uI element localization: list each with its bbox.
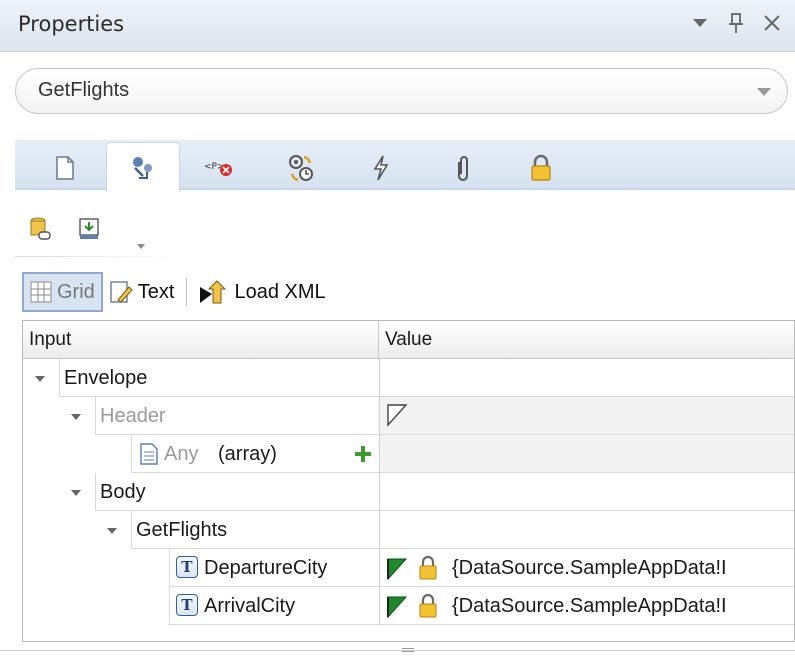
node-label: Envelope bbox=[64, 367, 148, 389]
table-row[interactable]: Any (array) bbox=[23, 435, 794, 473]
grid-header: Input Value bbox=[23, 321, 794, 359]
operation-select[interactable]: GetFlights bbox=[15, 68, 788, 114]
column-header-value[interactable]: Value bbox=[385, 329, 432, 351]
grid-view-button[interactable]: Grid bbox=[22, 272, 103, 312]
pin-icon[interactable] bbox=[725, 10, 747, 36]
value-text: {DataSource.SampleAppData!I bbox=[452, 557, 727, 579]
tab-checkpoints[interactable]: <P> bbox=[189, 146, 249, 190]
table-row[interactable]: Header bbox=[23, 397, 794, 435]
node-label: Any bbox=[164, 443, 199, 465]
document-icon bbox=[140, 443, 158, 465]
chevron-down-icon bbox=[757, 88, 771, 96]
value-cell[interactable] bbox=[379, 397, 794, 435]
input-toolbar bbox=[15, 206, 795, 258]
resize-grip[interactable] bbox=[402, 648, 414, 652]
value-cell[interactable] bbox=[379, 511, 794, 549]
node-label: ArrivalCity bbox=[204, 595, 296, 617]
bound-flag-icon bbox=[387, 558, 408, 581]
tab-input[interactable] bbox=[106, 142, 180, 192]
link-datasource-button[interactable] bbox=[25, 214, 55, 244]
node-label: DepartureCity bbox=[204, 557, 328, 579]
panel-bottom-border bbox=[0, 650, 795, 651]
name-cell: Header bbox=[95, 397, 379, 435]
tab-events[interactable] bbox=[351, 146, 411, 190]
import-icon bbox=[79, 218, 99, 239]
tab-security[interactable] bbox=[511, 146, 571, 190]
security-lock-icon bbox=[531, 154, 551, 181]
name-cell: Envelope bbox=[59, 359, 379, 397]
panel-titlebar: Properties bbox=[0, 0, 795, 52]
node-type: (array) bbox=[218, 443, 277, 465]
column-header-input[interactable]: Input bbox=[29, 329, 71, 351]
value-cell[interactable]: {DataSource.SampleAppData!I bbox=[379, 549, 794, 587]
table-row[interactable]: Body bbox=[23, 473, 794, 511]
page-icon bbox=[56, 156, 74, 180]
table-row[interactable]: T ArrivalCity {DataSource.SampleAppData!… bbox=[23, 587, 794, 625]
column-divider[interactable] bbox=[378, 321, 379, 359]
name-cell: GetFlights bbox=[131, 511, 379, 549]
load-xml-button[interactable]: Load XML bbox=[193, 272, 331, 312]
node-label: Header bbox=[100, 405, 166, 427]
link-datasource-icon bbox=[30, 217, 51, 240]
import-button[interactable] bbox=[75, 214, 105, 244]
collapse-toggle-icon[interactable] bbox=[71, 414, 81, 420]
value-cell[interactable] bbox=[379, 359, 794, 397]
text-edit-icon bbox=[110, 281, 133, 303]
checkpoint-icon: <P> bbox=[204, 162, 232, 176]
collapse-toggle-icon[interactable] bbox=[71, 490, 81, 496]
tab-attachments[interactable] bbox=[433, 146, 493, 190]
event-icon bbox=[373, 155, 389, 181]
collapse-toggle-icon[interactable] bbox=[107, 528, 117, 534]
table-row[interactable]: T DepartureCity {DataSource.SampleAppDat… bbox=[23, 549, 794, 587]
input-mapping-icon bbox=[133, 156, 152, 179]
empty-flag-icon bbox=[387, 404, 408, 427]
timer-sync-icon bbox=[289, 155, 313, 182]
value-cell[interactable] bbox=[379, 473, 794, 511]
bound-flag-icon bbox=[387, 596, 408, 619]
grid-view-label: Grid bbox=[57, 280, 95, 303]
node-label: GetFlights bbox=[136, 519, 228, 541]
grid-icon bbox=[30, 281, 52, 303]
toolbar-separator bbox=[186, 278, 188, 306]
tab-general[interactable] bbox=[35, 146, 95, 190]
property-tabs: <P> bbox=[15, 140, 795, 192]
close-icon[interactable] bbox=[761, 10, 783, 36]
text-type-icon: T bbox=[176, 556, 198, 578]
node-label: Body bbox=[100, 481, 146, 503]
toolbar-overflow-icon[interactable] bbox=[137, 244, 145, 249]
panel-title: Properties bbox=[18, 12, 125, 36]
view-toolbar: Grid Text Load XML bbox=[22, 272, 332, 312]
table-row[interactable]: GetFlights bbox=[23, 511, 794, 549]
name-cell: Any (array) bbox=[131, 435, 379, 473]
lock-icon bbox=[419, 593, 437, 618]
tab-sync[interactable] bbox=[271, 146, 331, 190]
value-text: {DataSource.SampleAppData!I bbox=[452, 595, 727, 617]
load-xml-icon bbox=[200, 280, 227, 304]
add-icon[interactable] bbox=[354, 445, 372, 463]
dropdown-icon[interactable] bbox=[689, 10, 711, 36]
value-cell[interactable] bbox=[379, 435, 794, 473]
lock-icon bbox=[419, 555, 437, 580]
attachment-icon bbox=[458, 156, 468, 181]
operation-select-value: GetFlights bbox=[38, 79, 130, 101]
text-view-label: Text bbox=[137, 280, 175, 303]
load-xml-label: Load XML bbox=[234, 280, 326, 303]
name-cell: Body bbox=[95, 473, 379, 511]
toolbar-divider bbox=[15, 256, 175, 257]
name-cell: T ArrivalCity bbox=[169, 587, 379, 625]
text-type-icon: T bbox=[176, 594, 198, 616]
name-cell: T DepartureCity bbox=[169, 549, 379, 587]
table-row[interactable]: Envelope bbox=[23, 359, 794, 397]
collapse-toggle-icon[interactable] bbox=[35, 376, 45, 382]
input-grid: Input Value Envelope Header Any (array) bbox=[22, 320, 795, 642]
text-view-button[interactable]: Text bbox=[103, 272, 181, 312]
value-cell[interactable]: {DataSource.SampleAppData!I bbox=[379, 587, 794, 625]
